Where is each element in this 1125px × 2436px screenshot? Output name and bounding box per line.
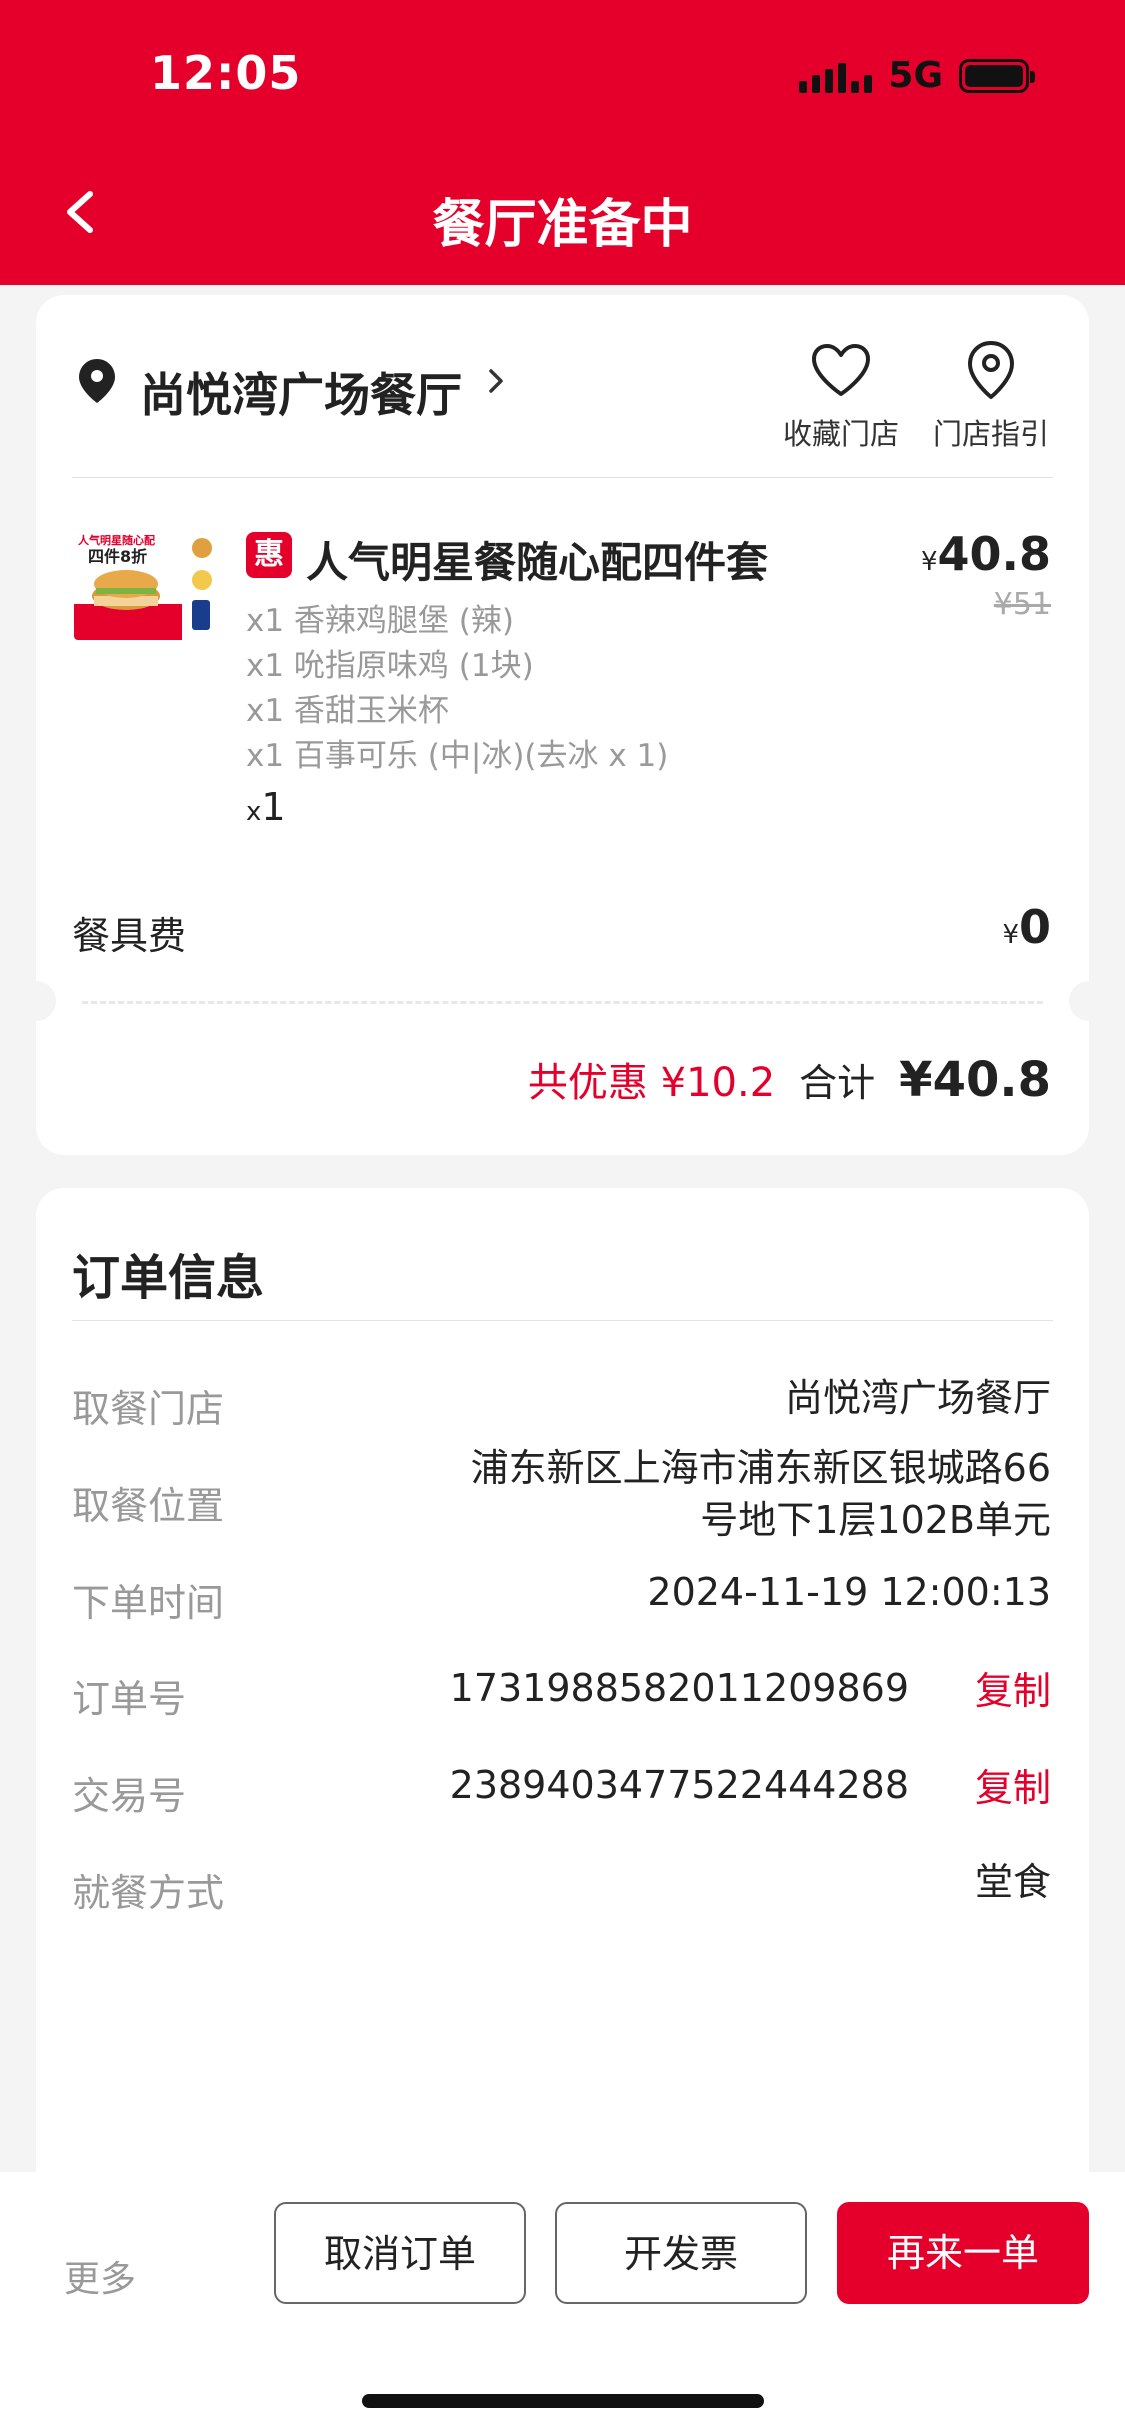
total-discount: 共优惠 ¥10.2 xyxy=(527,1060,776,1106)
trade-number-label: 交易号 xyxy=(72,1774,187,1818)
product-quantity: x1 xyxy=(246,785,286,829)
dashed-divider xyxy=(82,1001,1043,1004)
network-label: 5G xyxy=(888,55,943,96)
order-time-label: 下单时间 xyxy=(72,1581,225,1625)
order-number-label: 订单号 xyxy=(72,1677,187,1721)
order-number-value: 1731988582011209869 xyxy=(449,1666,909,1710)
dining-method-label: 就餐方式 xyxy=(72,1871,225,1915)
chevron-right-icon[interactable] xyxy=(486,365,506,397)
status-icons: 5G xyxy=(799,55,1035,96)
trade-number-value: 2389403477522444288 xyxy=(449,1763,909,1807)
tableware-fee-label: 餐具费 xyxy=(72,914,187,958)
invoice-button[interactable]: 开发票 xyxy=(555,2202,807,2304)
pickup-location-value: 浦东新区上海市浦东新区银城路66 号地下1层102B单元 xyxy=(471,1442,1051,1546)
pickup-location-line-1: 浦东新区上海市浦东新区银城路66 xyxy=(470,1446,1051,1490)
product-price: ¥40.8 xyxy=(921,527,1051,581)
header: 12:05 5G 餐厅准备中 xyxy=(0,0,1125,285)
combo-item: x1 香甜玉米杯 xyxy=(246,693,449,729)
favorite-store-label: 收藏门店 xyxy=(782,417,899,451)
more-button[interactable]: 更多 xyxy=(64,2250,136,2302)
total-label: 合计 xyxy=(799,1061,876,1105)
copy-order-number-button[interactable]: 复制 xyxy=(975,1660,1051,1715)
battery-icon xyxy=(959,58,1035,93)
store-guide-button[interactable]: 门店指引 xyxy=(926,335,1056,453)
combo-item: x1 香辣鸡腿堡 (辣) xyxy=(246,603,514,639)
home-indicator[interactable] xyxy=(362,2394,764,2408)
original-price: ¥51 xyxy=(993,587,1051,622)
total-value: ¥40.8 xyxy=(899,1052,1051,1108)
page-title: 餐厅准备中 xyxy=(432,195,693,255)
price-value: 40.8 xyxy=(937,527,1052,581)
tableware-fee-value: ¥0 xyxy=(1002,900,1051,954)
map-pin-icon xyxy=(968,341,1014,399)
product-image-text-2: 四件8折 xyxy=(88,547,147,566)
product-image-text-1: 人气明星随心配 xyxy=(78,533,155,547)
combo-item: x1 吮指原味鸡 (1块) xyxy=(246,648,534,684)
order-summary-card: 尚悦湾广场餐厅 收藏门店 门店指引 人气明星随心配 四件8折 惠 人气明星餐随心… xyxy=(16,295,1109,1155)
price-currency: ¥ xyxy=(920,547,938,577)
product-image: 人气明星随心配 四件8折 xyxy=(74,530,222,640)
ticket-notch-left xyxy=(16,981,56,1021)
dining-method-value: 堂食 xyxy=(974,1860,1051,1904)
pickup-store-value: 尚悦湾广场餐厅 xyxy=(784,1376,1051,1420)
combo-item: x1 百事可乐 (中|冰)(去冰 x 1) xyxy=(246,738,669,774)
heart-icon xyxy=(812,344,870,396)
pickup-store-label: 取餐门店 xyxy=(72,1387,225,1431)
fee-currency: ¥ xyxy=(1002,920,1019,950)
divider xyxy=(72,1320,1053,1321)
signal-icon xyxy=(799,59,873,93)
ticket-notch-right xyxy=(1069,981,1109,1021)
quantity-x: x xyxy=(246,797,262,827)
favorite-store-button[interactable]: 收藏门店 xyxy=(776,335,906,453)
discount-badge: 惠 xyxy=(246,532,292,578)
store-name[interactable]: 尚悦湾广场餐厅 xyxy=(140,359,462,425)
location-pin-icon xyxy=(79,359,115,403)
cancel-order-button[interactable]: 取消订单 xyxy=(274,2202,526,2304)
status-time: 12:05 xyxy=(150,46,302,100)
order-info-title: 订单信息 xyxy=(72,1250,265,1306)
reorder-button[interactable]: 再来一单 xyxy=(837,2202,1089,2304)
copy-trade-number-button[interactable]: 复制 xyxy=(975,1757,1051,1812)
pickup-location-line-2: 号地下1层102B单元 xyxy=(700,1498,1051,1542)
divider xyxy=(72,477,1053,478)
quantity-value: 1 xyxy=(261,785,286,829)
order-time-value: 2024-11-19 12:00:13 xyxy=(647,1570,1051,1614)
store-guide-label: 门店指引 xyxy=(932,417,1049,451)
total-row: 共优惠 ¥10.2 合计 ¥40.8 xyxy=(528,1050,1051,1108)
pickup-location-label: 取餐位置 xyxy=(72,1484,225,1528)
product-name: 人气明星餐随心配四件套 xyxy=(306,538,769,587)
fee-amount: 0 xyxy=(1018,900,1051,954)
